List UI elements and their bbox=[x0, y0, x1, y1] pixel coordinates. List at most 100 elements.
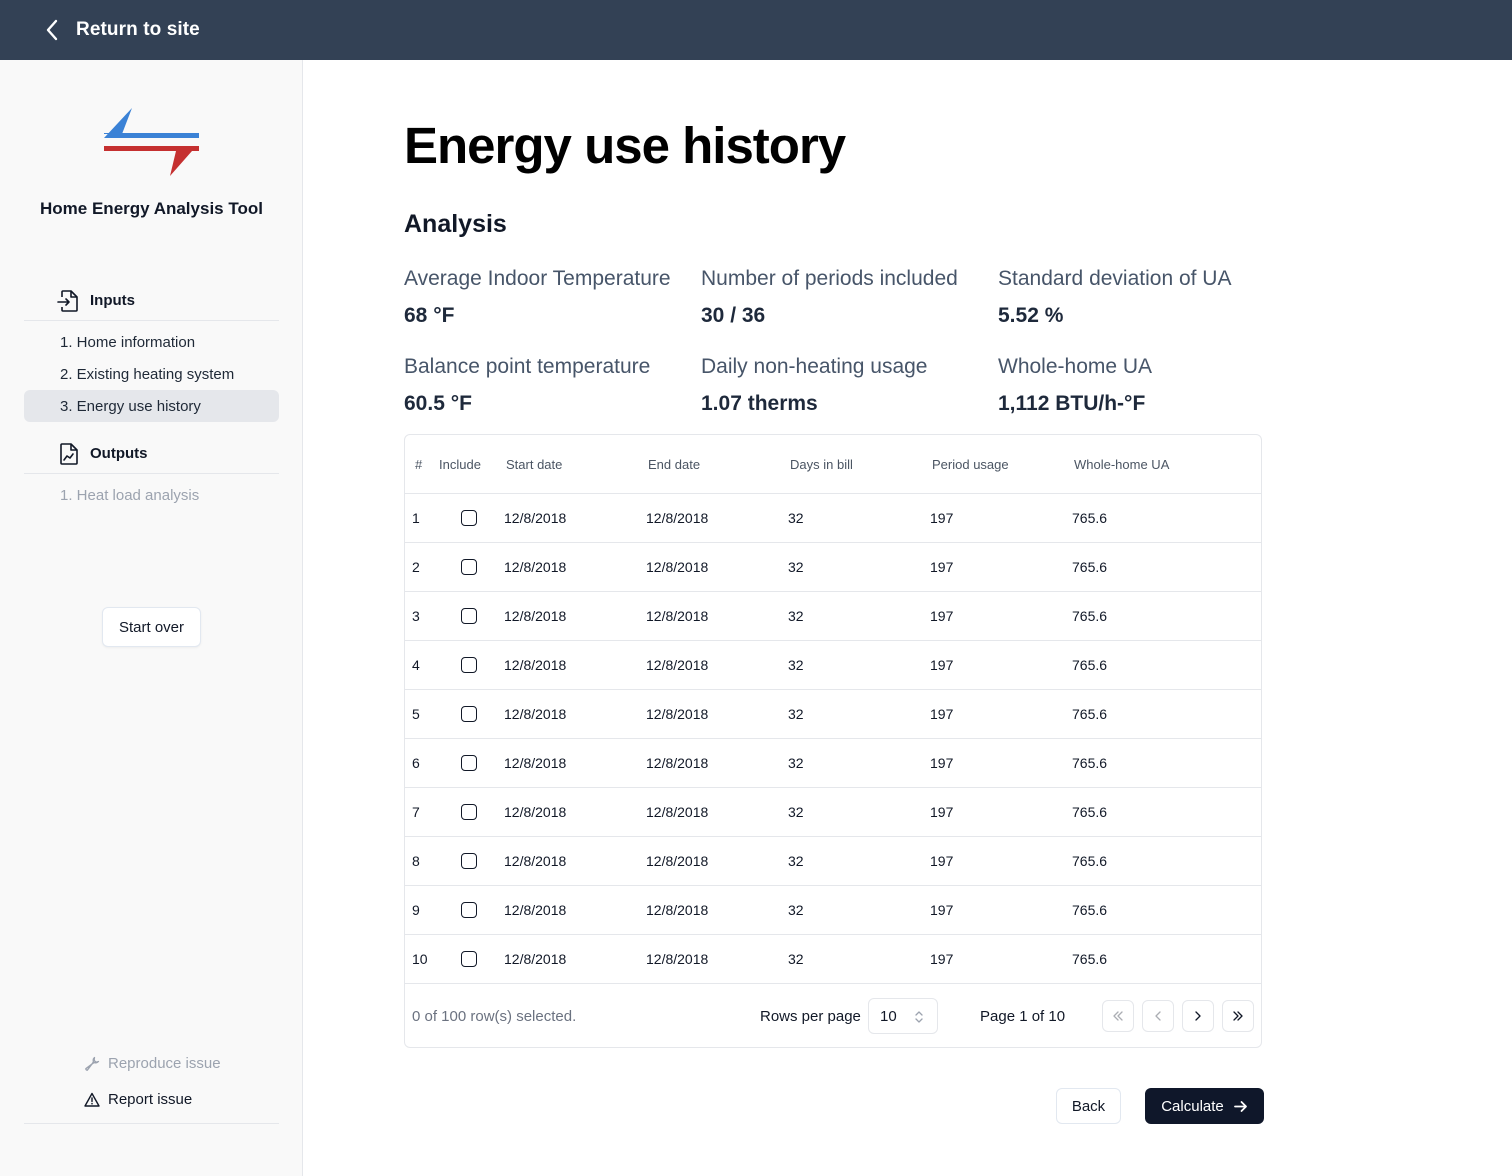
days-in-bill-cell: 32 bbox=[788, 706, 804, 722]
stat-balance-point-temperature: Balance point temperature 60.5 °F bbox=[404, 355, 694, 416]
stat-daily-non-heating-usage: Daily non-heating usage 1.07 therms bbox=[701, 355, 991, 416]
table-row: 7 12/8/2018 12/8/2018 32 197 765.6 bbox=[405, 788, 1261, 837]
reproduce-issue-label: Reproduce issue bbox=[108, 1055, 221, 1072]
include-checkbox[interactable] bbox=[461, 951, 477, 967]
start-date-cell: 12/8/2018 bbox=[504, 706, 567, 722]
include-checkbox[interactable] bbox=[461, 804, 477, 820]
whole-home-ua-cell: 765.6 bbox=[1072, 902, 1108, 918]
row-number-cell: 10 bbox=[412, 951, 428, 967]
back-button[interactable]: Back bbox=[1056, 1088, 1121, 1124]
first-page-button[interactable] bbox=[1102, 1000, 1134, 1032]
column-header-include: Include bbox=[439, 456, 481, 472]
stat-whole-home-ua: Whole-home UA 1,112 BTU/h-°F bbox=[998, 355, 1288, 416]
report-issue-link[interactable]: Report issue bbox=[84, 1091, 192, 1108]
file-chart-icon bbox=[60, 442, 78, 465]
include-cell bbox=[461, 494, 477, 542]
rows-per-page-select[interactable]: 10 bbox=[868, 998, 938, 1034]
chevrons-left-icon bbox=[1113, 1011, 1123, 1021]
nav-section-inputs-label: Inputs bbox=[90, 292, 135, 309]
end-date-cell: 12/8/2018 bbox=[646, 608, 709, 624]
end-date-cell: 12/8/2018 bbox=[646, 804, 709, 820]
start-date-cell: 12/8/2018 bbox=[504, 804, 567, 820]
include-checkbox[interactable] bbox=[461, 755, 477, 771]
start-date-cell: 12/8/2018 bbox=[504, 657, 567, 673]
period-usage-cell: 197 bbox=[930, 755, 954, 771]
table-row: 5 12/8/2018 12/8/2018 32 197 765.6 bbox=[405, 690, 1261, 739]
include-checkbox[interactable] bbox=[461, 608, 477, 624]
period-usage-cell: 197 bbox=[930, 510, 954, 526]
report-issue-label: Report issue bbox=[108, 1091, 193, 1108]
days-in-bill-cell: 32 bbox=[788, 804, 804, 820]
nav-item-energy-use-history[interactable]: 3. Energy use history bbox=[24, 390, 279, 422]
include-cell bbox=[461, 788, 477, 836]
column-header-number: # bbox=[415, 456, 423, 472]
include-cell bbox=[461, 739, 477, 787]
warning-triangle-icon bbox=[84, 1092, 100, 1107]
period-usage-cell: 197 bbox=[930, 608, 954, 624]
stat-label: Balance point temperature bbox=[404, 355, 651, 378]
end-date-cell: 12/8/2018 bbox=[646, 657, 709, 673]
stat-value: 1.07 therms bbox=[701, 392, 818, 415]
analysis-title: Analysis bbox=[404, 210, 507, 238]
whole-home-ua-cell: 765.6 bbox=[1072, 804, 1108, 820]
include-cell bbox=[461, 592, 477, 640]
energy-history-table: # Include Start date End date Days in bi… bbox=[404, 434, 1262, 1048]
calculate-button[interactable]: Calculate bbox=[1145, 1088, 1264, 1124]
include-cell bbox=[461, 886, 477, 934]
chevrons-right-icon bbox=[1233, 1011, 1243, 1021]
include-cell bbox=[461, 935, 477, 983]
include-checkbox[interactable] bbox=[461, 657, 477, 673]
previous-page-button[interactable] bbox=[1142, 1000, 1174, 1032]
end-date-cell: 12/8/2018 bbox=[646, 951, 709, 967]
whole-home-ua-cell: 765.6 bbox=[1072, 657, 1108, 673]
stat-label: Standard deviation of UA bbox=[998, 267, 1232, 290]
start-over-button[interactable]: Start over bbox=[102, 607, 201, 647]
days-in-bill-cell: 32 bbox=[788, 608, 804, 624]
column-header-period-usage: Period usage bbox=[932, 456, 1009, 472]
start-date-cell: 12/8/2018 bbox=[504, 951, 567, 967]
include-checkbox[interactable] bbox=[461, 510, 477, 526]
calculate-label: Calculate bbox=[1161, 1097, 1224, 1115]
stat-label: Average Indoor Temperature bbox=[404, 267, 671, 290]
days-in-bill-cell: 32 bbox=[788, 559, 804, 575]
arrow-right-icon bbox=[1233, 1100, 1247, 1112]
table-row: 3 12/8/2018 12/8/2018 32 197 765.6 bbox=[405, 592, 1261, 641]
days-in-bill-cell: 32 bbox=[788, 951, 804, 967]
include-checkbox[interactable] bbox=[461, 706, 477, 722]
last-page-button[interactable] bbox=[1222, 1000, 1254, 1032]
days-in-bill-cell: 32 bbox=[788, 510, 804, 526]
pagination-bar: 0 of 100 row(s) selected. Rows per page … bbox=[405, 985, 1261, 1047]
chevron-left-icon bbox=[46, 19, 58, 41]
include-checkbox[interactable] bbox=[461, 559, 477, 575]
period-usage-cell: 197 bbox=[930, 853, 954, 869]
next-page-button[interactable] bbox=[1182, 1000, 1214, 1032]
return-to-site-link[interactable]: Return to site bbox=[44, 18, 200, 42]
include-cell bbox=[461, 690, 477, 738]
row-number-cell: 1 bbox=[412, 510, 420, 526]
period-usage-cell: 197 bbox=[930, 902, 954, 918]
file-input-icon bbox=[57, 289, 78, 312]
table-row: 10 12/8/2018 12/8/2018 32 197 765.6 bbox=[405, 935, 1261, 984]
nav-section-outputs-label: Outputs bbox=[90, 445, 148, 462]
nav-item-home-information[interactable]: 1. Home information bbox=[24, 326, 279, 358]
days-in-bill-cell: 32 bbox=[788, 902, 804, 918]
row-number-cell: 3 bbox=[412, 608, 420, 624]
end-date-cell: 12/8/2018 bbox=[646, 559, 709, 575]
column-header-start-date: Start date bbox=[506, 456, 563, 472]
table-row: 9 12/8/2018 12/8/2018 32 197 765.6 bbox=[405, 886, 1261, 935]
nav-item-existing-heating-system[interactable]: 2. Existing heating system bbox=[24, 358, 279, 390]
stat-number-of-periods: Number of periods included 30 / 36 bbox=[701, 267, 991, 328]
include-checkbox[interactable] bbox=[461, 853, 477, 869]
nav-section-inputs[interactable]: Inputs bbox=[24, 281, 279, 321]
chevron-right-icon bbox=[1195, 1011, 1201, 1021]
include-cell bbox=[461, 641, 477, 689]
end-date-cell: 12/8/2018 bbox=[646, 706, 709, 722]
reproduce-issue-link[interactable]: Reproduce issue bbox=[84, 1055, 221, 1072]
include-checkbox[interactable] bbox=[461, 902, 477, 918]
column-header-days-in-bill: Days in bill bbox=[790, 456, 853, 472]
stat-value: 5.52 % bbox=[998, 304, 1064, 327]
row-number-cell: 2 bbox=[412, 559, 420, 575]
period-usage-cell: 197 bbox=[930, 657, 954, 673]
nav-section-outputs[interactable]: Outputs bbox=[24, 434, 279, 474]
rows-per-page-label: Rows per page bbox=[760, 1007, 861, 1025]
